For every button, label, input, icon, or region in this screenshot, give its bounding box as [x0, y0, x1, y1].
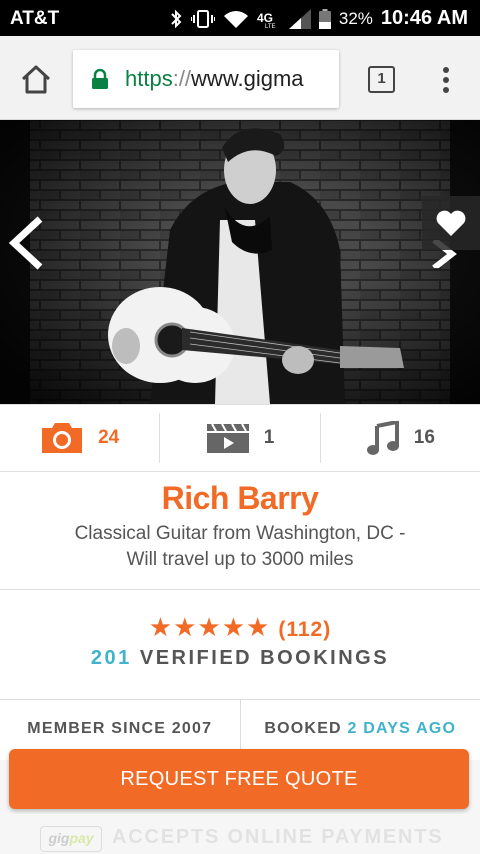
battery-percent: 32%: [338, 8, 373, 28]
menu-dot-icon: [443, 77, 449, 83]
lte-icon: 4G LTE: [257, 9, 281, 29]
tab-switcher-button[interactable]: 1: [368, 66, 395, 93]
star-icons: ★★★★★: [148, 612, 271, 642]
clock: 10:46 AM: [380, 7, 468, 29]
favorite-button[interactable]: [422, 196, 480, 250]
menu-dot-icon: [443, 87, 449, 93]
overflow-menu-button[interactable]: [438, 64, 454, 96]
videos-tab[interactable]: 1: [160, 413, 321, 463]
camera-icon: [42, 423, 83, 453]
bluetooth-icon: [169, 9, 183, 29]
previous-photo-button[interactable]: [6, 215, 46, 271]
gigpay-logo-pay: pay: [69, 830, 94, 846]
battery-icon: [318, 8, 331, 29]
rating-section: ★★★★★ (112) 201 VERIFIED BOOKINGS: [0, 590, 480, 700]
music-note-icon: [366, 421, 399, 455]
gigpay-logo: gigpay: [40, 826, 102, 852]
photos-tab[interactable]: 24: [0, 413, 161, 463]
video-clapper-icon: [206, 423, 249, 453]
payments-footer: gigpay ACCEPTS ONLINE PAYMENTS: [0, 814, 480, 854]
home-button[interactable]: [18, 62, 54, 98]
videos-count: 1: [263, 427, 275, 448]
artist-description-line-2: Will travel up to 3000 miles: [126, 549, 354, 570]
review-count: (112): [278, 618, 332, 641]
verified-bookings-label: VERIFIED BOOKINGS: [139, 647, 390, 669]
vibrate-icon: [190, 9, 215, 29]
booked-label: BOOKED: [264, 720, 342, 737]
songs-tab[interactable]: 16: [321, 413, 480, 463]
chevron-left-icon: [8, 216, 43, 270]
artist-name: Rich Barry: [161, 480, 319, 516]
songs-count: 16: [413, 427, 435, 448]
verified-bookings-count: 201: [90, 647, 132, 669]
url-host: www.gigma: [191, 66, 304, 91]
heart-icon: [436, 210, 466, 236]
guitarist-photo: [0, 120, 480, 404]
home-icon: [21, 65, 51, 94]
browser-toolbar: https://www.gigma 1: [0, 36, 480, 120]
url-text: https://www.gigma: [125, 66, 304, 92]
profile-header: Rich Barry Classical Guitar from Washing…: [0, 472, 480, 590]
status-bar: AT&T 4G LTE 32% 10:46 AM: [0, 0, 480, 36]
hero-photo[interactable]: [0, 120, 480, 404]
photos-count: 24: [98, 427, 120, 448]
gigpay-logo-gig: gig: [48, 830, 70, 846]
wifi-icon: [223, 9, 249, 29]
signal-icon: [288, 8, 311, 29]
url-bar[interactable]: https://www.gigma: [73, 50, 339, 108]
lock-icon: [91, 68, 109, 89]
network-label: 4G: [257, 11, 273, 25]
request-free-quote-button[interactable]: REQUEST FREE QUOTE: [9, 749, 469, 809]
url-separator: ://: [172, 66, 192, 91]
url-scheme: https: [125, 66, 173, 91]
verified-bookings: 201 VERIFIED BOOKINGS: [0, 647, 480, 670]
menu-dot-icon: [443, 67, 449, 73]
artist-description-line-1: Classical Guitar from Washington, DC -: [74, 523, 406, 544]
star-rating[interactable]: ★★★★★ (112): [0, 612, 480, 643]
svg-text:LTE: LTE: [265, 24, 276, 29]
media-counts-bar: 24 1 16: [0, 404, 480, 472]
carrier-label: AT&T: [10, 8, 60, 29]
booked-value: 2 DAYS AGO: [347, 720, 457, 737]
accepts-online-payments-label: ACCEPTS ONLINE PAYMENTS: [112, 826, 444, 848]
